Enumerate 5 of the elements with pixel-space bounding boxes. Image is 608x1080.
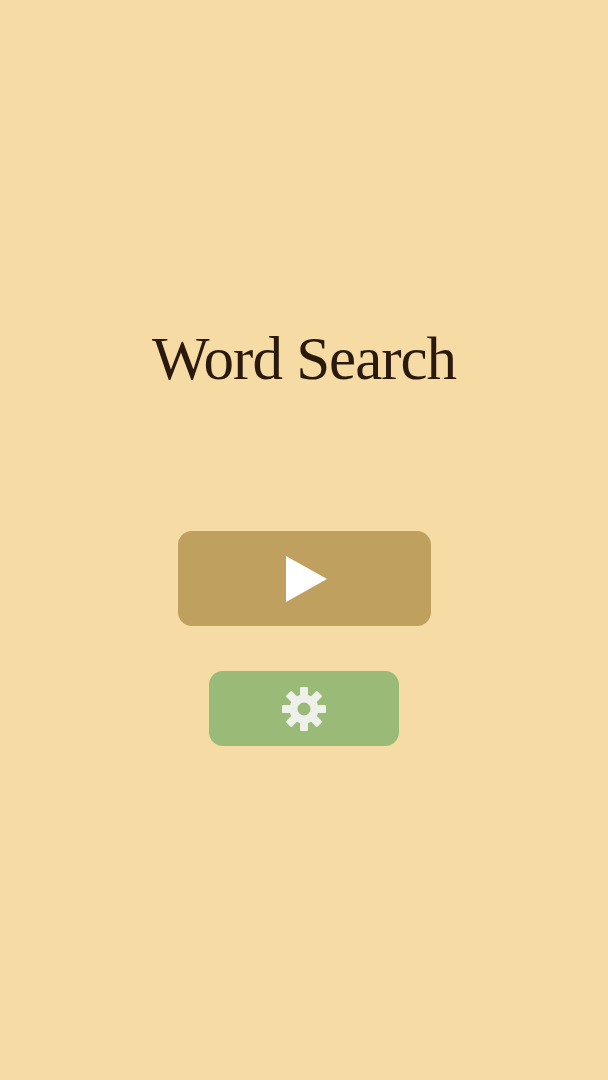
app-title: Word Search [151, 328, 457, 389]
settings-icon [282, 686, 326, 731]
settings-button[interactable] [209, 671, 399, 746]
play-icon [285, 555, 327, 602]
play-button[interactable] [177, 531, 431, 626]
